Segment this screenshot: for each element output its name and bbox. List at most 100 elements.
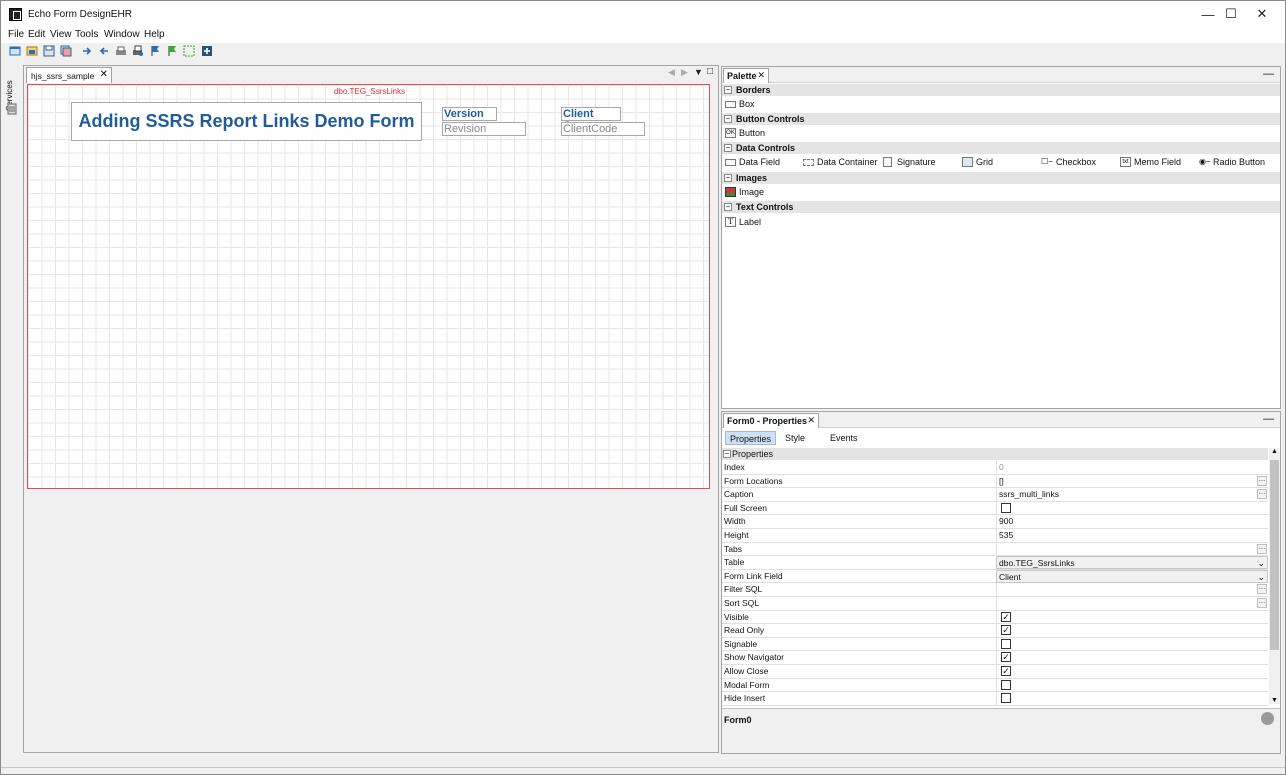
ellipsis-button[interactable]: … [1257, 584, 1267, 595]
palette-item-radio-button[interactable]: ◉− Radio Button [1199, 156, 1265, 168]
collapse-icon[interactable]: − [724, 115, 732, 123]
close-button[interactable]: ✕ [1239, 1, 1285, 27]
collapse-icon[interactable]: − [723, 450, 731, 458]
print-icon[interactable] [115, 45, 127, 57]
property-row[interactable]: Full Screen [722, 501, 1268, 516]
flag-green-icon[interactable] [166, 45, 178, 57]
property-row[interactable]: Signable [722, 637, 1268, 652]
property-value[interactable]: ✓ [996, 624, 1268, 638]
collapse-icon[interactable]: − [724, 174, 732, 182]
palette-category-text-controls[interactable]: − Text Controls [722, 201, 1280, 213]
save-icon[interactable] [43, 45, 55, 57]
property-value[interactable]: 0 [996, 461, 1268, 474]
palette-close-icon[interactable]: ✕ [757, 70, 765, 81]
collapse-icon[interactable]: − [724, 203, 732, 211]
tab-scroll-left-icon[interactable]: ◀ [668, 67, 675, 78]
property-value[interactable]: … [996, 597, 1268, 610]
palette-item-label[interactable]: T Label [725, 216, 761, 228]
menu-edit[interactable]: Edit [28, 29, 45, 40]
property-value[interactable]: ✓ [996, 665, 1268, 678]
palette-category-data-controls[interactable]: − Data Controls [722, 142, 1280, 154]
tab-style[interactable]: Style [781, 431, 809, 445]
property-row[interactable]: Index 0 [722, 461, 1268, 475]
palette-item-signature[interactable]: Signature [883, 156, 936, 168]
property-value[interactable]: 900 [996, 515, 1268, 529]
palette-item-button[interactable]: OK Button [725, 127, 765, 139]
unchecked-checkbox-icon[interactable] [1001, 679, 1011, 690]
open-icon[interactable] [26, 45, 38, 57]
back-icon[interactable] [98, 45, 110, 57]
tab-events[interactable]: Events [826, 431, 862, 445]
scrollbar-thumb[interactable] [1270, 460, 1279, 650]
checked-checkbox-icon[interactable]: ✓ [1001, 611, 1011, 622]
tab-list-icon[interactable]: ▼ [694, 67, 703, 77]
client-code-field[interactable]: ClientCode [561, 122, 645, 136]
palette-category-borders[interactable]: − Borders [722, 84, 1280, 96]
form-title-label[interactable]: Adding SSRS Report Links Demo Form [71, 102, 422, 141]
property-row[interactable]: Form Locations[]… [722, 474, 1268, 489]
properties-minimize-icon[interactable]: — [1263, 413, 1274, 425]
property-value[interactable]: … [996, 542, 1268, 556]
ellipsis-button[interactable]: … [1257, 543, 1267, 554]
palette-minimize-icon[interactable]: — [1263, 68, 1274, 80]
unchecked-checkbox-icon[interactable] [1001, 693, 1011, 704]
property-row[interactable]: Form Link Field Client ⌄ [722, 569, 1268, 584]
ellipsis-button[interactable]: … [1257, 598, 1267, 608]
forward-icon[interactable] [81, 45, 93, 57]
revision-field[interactable]: Revision [442, 122, 526, 136]
ellipsis-button[interactable]: … [1257, 475, 1267, 486]
ellipsis-button[interactable]: … [1257, 489, 1267, 500]
palette-category-button-controls[interactable]: − Button Controls [722, 113, 1280, 125]
property-value[interactable]: ✓ [996, 610, 1268, 624]
property-row[interactable]: Filter SQL… [722, 583, 1268, 597]
scroll-up-icon[interactable]: ▲ [1271, 448, 1278, 455]
palette-item-memo-field[interactable]: txt Memo Field [1120, 156, 1181, 168]
add-icon[interactable] [201, 45, 213, 57]
menu-window[interactable]: Window [104, 29, 140, 40]
property-value[interactable]: ✓ [996, 651, 1268, 665]
property-value[interactable]: dbo.TEG_SsrsLinks ⌄ [996, 556, 1268, 570]
palette-tab[interactable]: Palette ✕ [723, 68, 769, 83]
properties-category[interactable]: − Properties [722, 448, 1268, 460]
menu-view[interactable]: View [50, 29, 72, 40]
palette-item-data-field[interactable]: Data Field [725, 156, 780, 168]
property-value[interactable] [996, 678, 1268, 692]
palette-item-grid[interactable]: Grid [962, 156, 993, 168]
properties-close-icon[interactable]: ✕ [807, 415, 815, 426]
property-row[interactable]: Tabs… [722, 542, 1268, 557]
property-row[interactable]: Visible ✓ [722, 610, 1268, 625]
help-icon[interactable] [1261, 712, 1274, 725]
properties-scrollbar[interactable]: ▲ ▼ [1269, 448, 1280, 704]
checked-checkbox-icon[interactable]: ✓ [1001, 652, 1011, 663]
property-row[interactable]: Sort SQL… [722, 597, 1268, 611]
chevron-down-icon[interactable]: ⌄ [1257, 571, 1265, 584]
property-value[interactable] [996, 637, 1268, 651]
palette-item-box[interactable]: Box [725, 98, 755, 110]
property-row[interactable]: Modal Form [722, 678, 1268, 693]
select-icon[interactable] [183, 45, 195, 57]
property-row[interactable]: Width 900 [722, 515, 1268, 529]
chevron-down-icon[interactable]: ⌄ [1257, 557, 1265, 570]
property-row[interactable]: Show Navigator ✓ [722, 651, 1268, 665]
property-value[interactable]: 535 [996, 529, 1268, 542]
new-form-icon[interactable] [9, 45, 21, 57]
unchecked-checkbox-icon[interactable] [1001, 638, 1011, 649]
tab-properties[interactable]: Properties [725, 431, 777, 445]
property-row[interactable]: Allow Close ✓ [722, 665, 1268, 679]
collapse-icon[interactable]: − [724, 144, 732, 152]
client-code-label[interactable]: Client Co... [561, 107, 621, 132]
menu-file[interactable]: File [8, 29, 24, 40]
save-all-icon[interactable] [60, 45, 72, 57]
checked-checkbox-icon[interactable]: ✓ [1001, 625, 1011, 636]
menu-help[interactable]: Help [144, 29, 165, 40]
property-row[interactable]: Caption ssrs_multi_links… [722, 488, 1268, 502]
property-value[interactable]: … [996, 583, 1268, 597]
property-value[interactable] [996, 501, 1268, 515]
collapse-icon[interactable]: − [724, 86, 732, 94]
property-value[interactable] [996, 692, 1268, 706]
tab-hjs-ssrs-sample[interactable]: hjs_ssrs_sample ✕ [26, 67, 112, 83]
palette-category-images[interactable]: − Images [722, 172, 1280, 184]
palette-item-checkbox[interactable]: ☐− Checkbox [1041, 156, 1096, 168]
tab-scroll-right-icon[interactable]: ▶ [681, 67, 688, 78]
checked-checkbox-icon[interactable]: ✓ [1001, 666, 1011, 676]
